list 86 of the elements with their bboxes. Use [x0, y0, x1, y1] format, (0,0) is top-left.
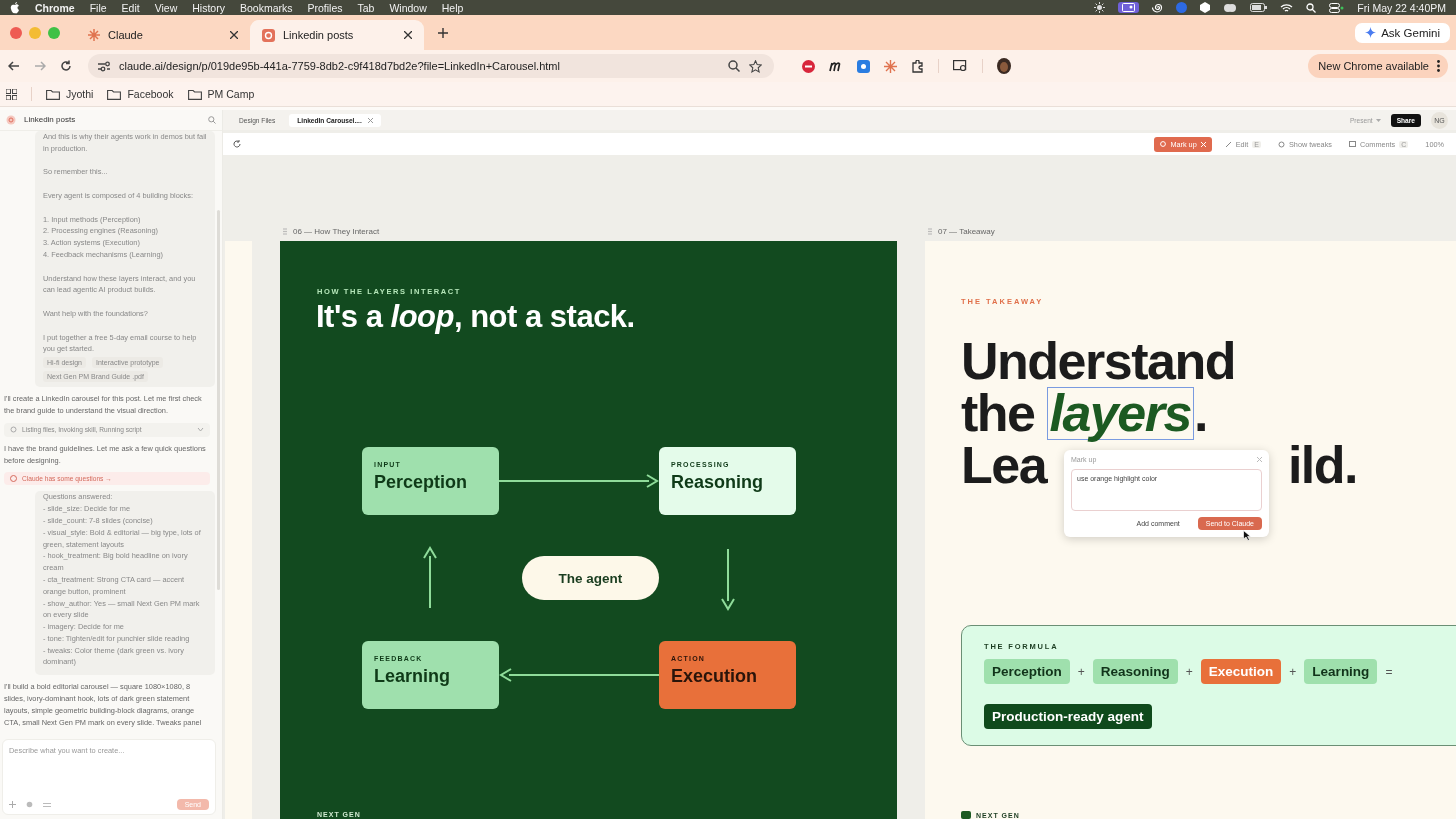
project-title: Linkedin posts — [24, 114, 77, 126]
menu-item[interactable]: View — [154, 1, 178, 14]
window-control-icon[interactable] — [10, 26, 22, 39]
profile-avatar-icon[interactable] — [997, 58, 1011, 74]
plus-icon — [438, 27, 448, 38]
formula-operator: = — [1385, 664, 1393, 679]
menu-item[interactable]: Help — [441, 1, 464, 14]
site-settings-icon — [98, 60, 110, 72]
bookmark[interactable]: PM Camp — [187, 88, 255, 100]
battery-icon[interactable] — [1250, 3, 1268, 12]
sliders-icon[interactable] — [43, 801, 51, 808]
menu-item[interactable]: Bookmarks — [239, 1, 293, 14]
apps-icon[interactable] — [6, 88, 17, 100]
comment-icon — [1349, 140, 1356, 148]
agent-pill: The agent — [522, 556, 659, 600]
wifi-icon[interactable] — [1280, 2, 1294, 13]
search-icon[interactable] — [1306, 2, 1317, 13]
pen-icon — [1224, 140, 1232, 148]
square-extension-icon[interactable] — [857, 59, 870, 73]
chevron-down-icon — [197, 427, 204, 433]
apple-icon — [10, 1, 20, 14]
tab-search-icon[interactable] — [953, 60, 968, 72]
address-bar[interactable]: claude.ai/design/p/019de95b-441a-7759-8db2-c9f418d7bd2e?file=LinkedIn+Carousel.html — [88, 54, 774, 78]
box-icon[interactable] — [1200, 2, 1211, 13]
markup-icon — [1160, 141, 1167, 147]
italic-m-icon[interactable] — [829, 60, 843, 72]
app-menu[interactable]: Chrome — [35, 1, 75, 14]
spark-icon[interactable] — [884, 59, 897, 73]
close-icon[interactable] — [230, 31, 238, 39]
formula-term: Learning — [1304, 659, 1378, 684]
stop-sign-icon[interactable] — [802, 59, 815, 73]
browser-tab[interactable]: Linkedin posts — [250, 20, 424, 50]
star-icon[interactable] — [749, 59, 762, 73]
back-icon[interactable] — [8, 60, 20, 72]
arrow — [720, 549, 736, 611]
more-icon — [1437, 60, 1440, 72]
screen-share-icon[interactable] — [1122, 3, 1136, 12]
arrow — [422, 546, 438, 608]
reload-icon[interactable] — [60, 60, 72, 72]
menu-item[interactable]: History — [192, 1, 225, 14]
formula-operator: + — [1289, 664, 1297, 679]
logo-icon — [961, 811, 971, 819]
bookmark[interactable]: Facebook — [107, 88, 174, 100]
control-center-icon[interactable] — [1329, 2, 1345, 13]
refresh-icon[interactable] — [233, 140, 241, 148]
menu-item[interactable]: Profiles — [307, 1, 343, 14]
formula-term: Reasoning — [1092, 659, 1178, 684]
bookmark[interactable]: Jyothi — [46, 88, 94, 100]
caret-icon — [1375, 118, 1381, 122]
formula-operator: + — [1185, 664, 1193, 679]
headline-text: the — [961, 388, 1035, 439]
menu-item[interactable]: File — [89, 1, 107, 14]
formula-term: Perception — [984, 659, 1070, 684]
close-icon[interactable] — [404, 31, 412, 39]
formula-result: Production-ready agent — [984, 704, 1152, 729]
headline-text: Understand — [961, 336, 1235, 387]
update-button[interactable]: New Chrome available — [1308, 54, 1448, 78]
ask-gemini-button[interactable]: Ask Gemini — [1355, 22, 1450, 43]
sparkle-icon — [1365, 27, 1377, 38]
slide-title: It's a loop, not a stack. — [316, 299, 635, 335]
alert-icon — [10, 475, 17, 483]
menu-item[interactable]: Window — [389, 1, 427, 14]
folder-icon — [187, 88, 202, 100]
menu-item[interactable]: Tab — [357, 1, 375, 14]
spiral-icon[interactable] — [1152, 2, 1164, 13]
spark-icon — [88, 29, 100, 41]
tool-icon — [10, 426, 17, 434]
brand-icon — [6, 115, 16, 125]
folder-icon — [46, 88, 60, 100]
brand-icon — [262, 28, 275, 42]
headline-text: Lea — [961, 440, 1047, 491]
formula-term: Execution — [1200, 659, 1282, 684]
brightness-icon[interactable] — [1094, 2, 1106, 13]
slide-label: 07 — Takeaway — [938, 226, 995, 236]
slide-label: 06 — How They Interact — [293, 226, 380, 236]
puzzle-icon[interactable] — [911, 59, 924, 73]
zoom-icon[interactable] — [728, 60, 740, 72]
headline-text: . — [1193, 388, 1207, 439]
tweaks-icon — [1278, 140, 1285, 148]
selected-word[interactable]: layers — [1046, 387, 1194, 440]
browser-tab[interactable]: Claude — [76, 20, 250, 50]
formula-operator: + — [1077, 664, 1085, 679]
folder-icon — [107, 88, 122, 100]
clock: Fri May 22 4:40PM — [1357, 1, 1446, 14]
headline-text: ild. — [1287, 440, 1357, 491]
menu-item[interactable]: Edit — [121, 1, 140, 14]
